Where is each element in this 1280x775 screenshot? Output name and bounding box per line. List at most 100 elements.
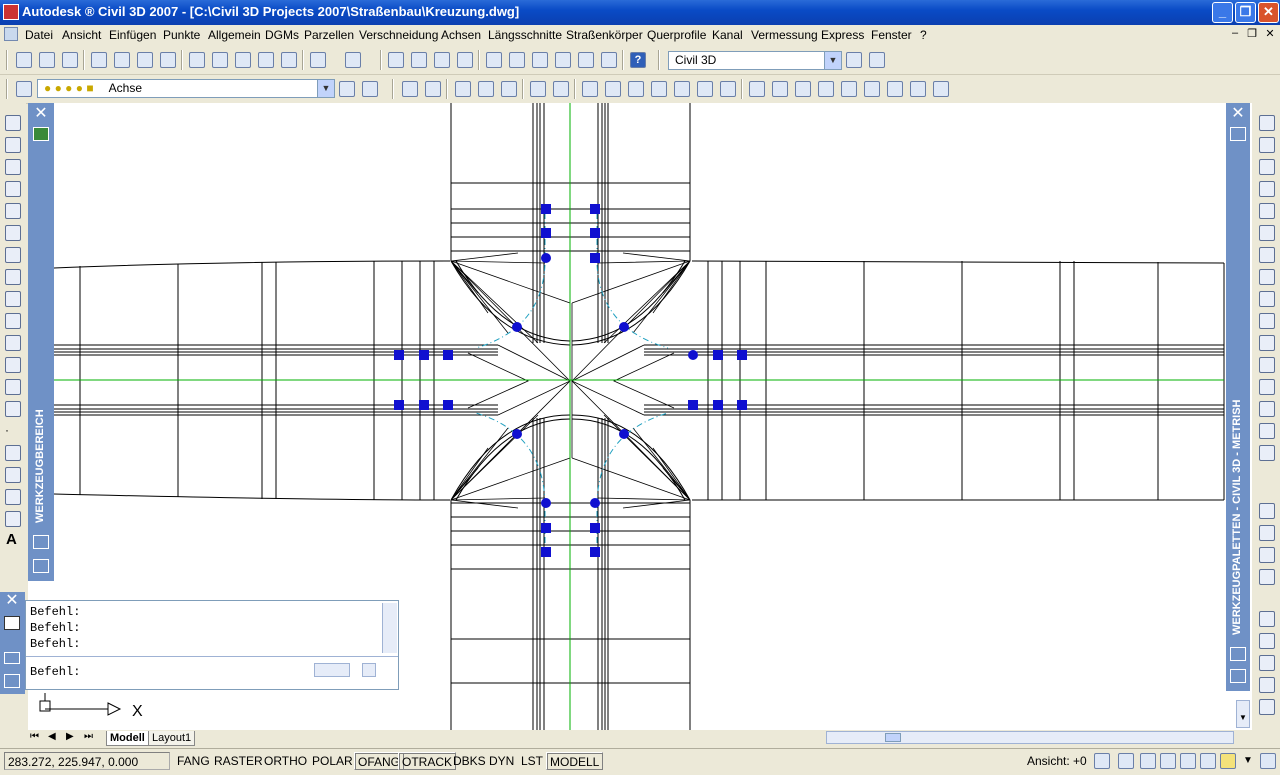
break-at-point-icon[interactable]: [1259, 357, 1275, 373]
insert-block-icon[interactable]: [5, 379, 21, 395]
lightbulb-icon[interactable]: [1220, 753, 1236, 769]
tool-palettes-icon[interactable]: [532, 52, 548, 68]
toggle-ortho[interactable]: ORTHO: [261, 752, 310, 770]
map-thumbnail-icon[interactable]: [33, 127, 49, 141]
menu-einfuegen[interactable]: Einfügen: [109, 28, 156, 42]
transparent-cmd-8-icon[interactable]: [910, 81, 926, 97]
draworder-under-icon[interactable]: [1259, 569, 1275, 585]
civil-status-icon[interactable]: [1118, 753, 1134, 769]
offset-icon[interactable]: [1259, 181, 1275, 197]
array-icon[interactable]: [1259, 203, 1275, 219]
menu-punkte[interactable]: Punkte: [163, 28, 200, 42]
tool-area-close-button[interactable]: ✕: [33, 106, 49, 123]
menu-help[interactable]: ?: [920, 28, 927, 42]
civil-grading-icon[interactable]: [553, 81, 569, 97]
menu-verschneidung[interactable]: Verschneidung: [359, 28, 438, 42]
toggle-polar[interactable]: POLAR: [309, 752, 356, 770]
auto-hide-icon[interactable]: [33, 535, 49, 549]
horizontal-scroll-thumb[interactable]: [885, 733, 901, 742]
transparent-cmd-1-icon[interactable]: [749, 81, 765, 97]
quantity-icon[interactable]: [720, 81, 736, 97]
menu-strassenkoerper[interactable]: Straßenkörper: [566, 28, 643, 42]
scroll-down-icon[interactable]: ▼: [1239, 713, 1247, 722]
toggle-dyn[interactable]: DYN: [486, 752, 517, 770]
doc-close-button[interactable]: ✕: [1263, 27, 1277, 40]
help-icon[interactable]: ?: [630, 52, 646, 68]
erase-icon[interactable]: [1259, 115, 1275, 131]
paste-icon[interactable]: [235, 52, 251, 68]
toggle-ofang[interactable]: OFANG: [354, 752, 405, 770]
gradient-icon[interactable]: [5, 467, 21, 483]
copy-icon[interactable]: [212, 52, 228, 68]
print-preview-icon[interactable]: [114, 52, 130, 68]
revision-cloud-icon[interactable]: [5, 291, 21, 307]
view-value[interactable]: +0: [1070, 752, 1090, 770]
command-scrollbar[interactable]: [382, 603, 397, 653]
command-properties-icon[interactable]: [4, 674, 20, 688]
markup-icon[interactable]: [578, 52, 594, 68]
doc-minimize-button[interactable]: –: [1228, 27, 1242, 39]
toggle-fang[interactable]: FANG: [174, 752, 213, 770]
survey-icon[interactable]: [697, 81, 713, 97]
redo-icon[interactable]: [345, 52, 361, 68]
make-layer-current-icon[interactable]: [339, 81, 355, 97]
dimension-icon[interactable]: [1259, 633, 1275, 649]
command-prompt[interactable]: Befehl:: [30, 665, 80, 679]
transparent-cmd-6-icon[interactable]: [864, 81, 880, 97]
print-icon[interactable]: [91, 52, 107, 68]
construction-line-icon[interactable]: [5, 137, 21, 153]
menu-vermessung[interactable]: Vermessung: [751, 28, 818, 42]
layer-combo[interactable]: ● ● ● ● ■ Achse ▼: [37, 79, 335, 98]
menu-datei[interactable]: Datei: [25, 28, 53, 42]
coordinate-display[interactable]: 283.272, 225.947, 0.000: [4, 752, 170, 770]
spline-icon[interactable]: [5, 313, 21, 329]
draworder-back-icon[interactable]: [1259, 525, 1275, 541]
horizontal-scrollbar[interactable]: [826, 731, 1234, 744]
point-icon[interactable]: ·: [5, 423, 21, 439]
cut-icon[interactable]: [189, 52, 205, 68]
vertical-scrollbar[interactable]: ▼: [1236, 700, 1250, 728]
ellipse-arc-icon[interactable]: [5, 357, 21, 373]
pan-icon[interactable]: [388, 52, 404, 68]
document-icon[interactable]: [4, 27, 18, 41]
command-hscroll[interactable]: [314, 663, 350, 677]
undo-icon[interactable]: [310, 52, 326, 68]
civil-line-icon[interactable]: [402, 81, 418, 97]
menu-kanal[interactable]: Kanal: [712, 28, 743, 42]
scale-icon[interactable]: [1259, 269, 1275, 285]
menu-express[interactable]: Express: [821, 28, 864, 42]
close-button[interactable]: ✕: [1258, 2, 1279, 23]
rotate-icon[interactable]: [1259, 247, 1275, 263]
properties-icon[interactable]: [486, 52, 502, 68]
calculator-icon[interactable]: [601, 52, 617, 68]
menu-ansicht[interactable]: Ansicht: [62, 28, 101, 42]
app-icon[interactable]: [3, 4, 19, 20]
tool-palettes-close-button[interactable]: ✕: [1230, 106, 1246, 123]
save-icon[interactable]: [62, 52, 78, 68]
transparent-cmd-7-icon[interactable]: [887, 81, 903, 97]
tab-modell[interactable]: Modell: [106, 731, 149, 746]
corridor-icon[interactable]: [628, 81, 644, 97]
polygon-icon[interactable]: [5, 203, 21, 219]
chevron-down-icon[interactable]: ▼: [824, 52, 841, 69]
toggle-modell[interactable]: MODELL: [546, 752, 604, 770]
civil-parcel-icon[interactable]: [530, 81, 546, 97]
menu-achsen[interactable]: Achsen: [441, 28, 481, 42]
trim-icon[interactable]: [1259, 313, 1275, 329]
menu-dgms[interactable]: DGMs: [265, 28, 299, 42]
zoom-extents-icon[interactable]: [1259, 699, 1275, 715]
command-auto-hide-icon[interactable]: [4, 652, 20, 664]
sheet-set-icon[interactable]: [555, 52, 571, 68]
chamfer-icon[interactable]: [1259, 423, 1275, 439]
doc-restore-button[interactable]: ❐: [1245, 27, 1259, 40]
toggle-otrack[interactable]: OTRACK: [398, 752, 457, 770]
multiline-text-tool[interactable]: A: [6, 531, 17, 548]
minimize-button[interactable]: _: [1212, 2, 1233, 23]
toggle-raster[interactable]: RASTER: [211, 752, 266, 770]
make-block-icon[interactable]: [5, 401, 21, 417]
ellipse-icon[interactable]: [5, 335, 21, 351]
arc-icon[interactable]: [5, 247, 21, 263]
table-icon[interactable]: [5, 511, 21, 527]
tab-nav-prev-icon[interactable]: ◀: [48, 731, 56, 742]
civil-point-icon[interactable]: [455, 81, 471, 97]
